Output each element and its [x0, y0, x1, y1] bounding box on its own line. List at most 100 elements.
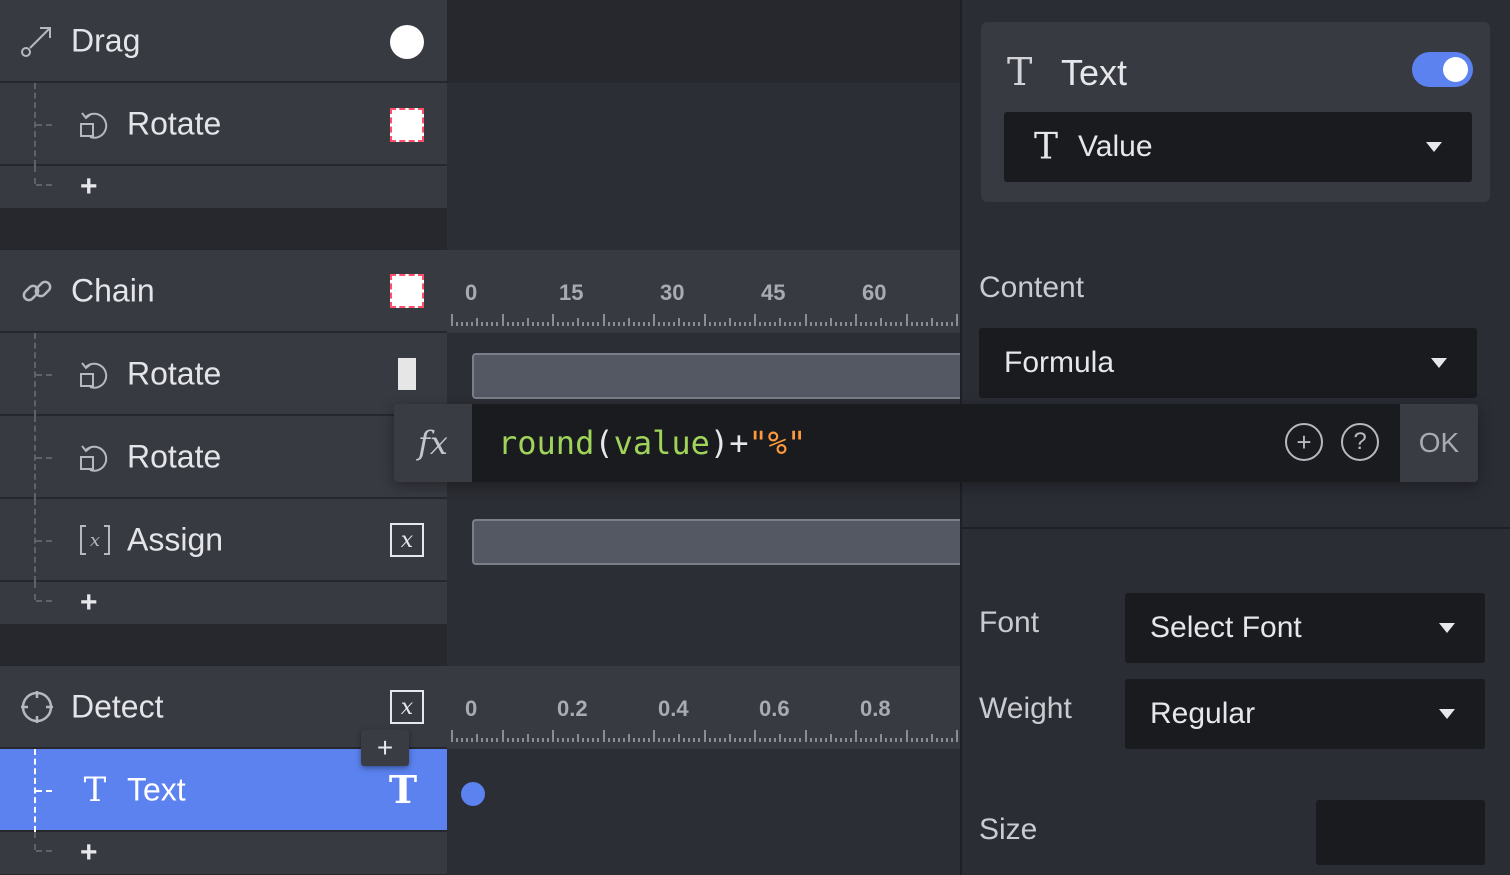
ruler-tick: [839, 738, 842, 742]
ruler-tick: [451, 314, 453, 326]
ruler-tick: [683, 738, 686, 742]
layer-state-indicator[interactable]: [390, 108, 424, 142]
layer-state-indicator[interactable]: [390, 274, 424, 308]
weight-dropdown[interactable]: Regular: [1125, 679, 1485, 749]
layer-row-chain-rotate[interactable]: Rotate: [0, 416, 447, 499]
ruler-tick: [930, 734, 933, 742]
add-button[interactable]: +: [361, 730, 409, 766]
ruler-tick: [552, 314, 554, 326]
add-icon[interactable]: +: [80, 170, 98, 204]
ruler-tick: [839, 322, 842, 326]
ruler-tick: [627, 734, 630, 742]
help-icon[interactable]: ?: [1341, 423, 1379, 461]
layer-row-assign[interactable]: x Assign x: [0, 499, 447, 582]
ruler-tick: [557, 322, 560, 326]
ruler-tick: [567, 738, 570, 742]
ruler-tick: [935, 322, 938, 326]
layer-row-drag-rotate[interactable]: Rotate: [0, 83, 447, 166]
layer-row-chain[interactable]: Chain: [0, 250, 447, 333]
text-icon[interactable]: T: [386, 767, 420, 812]
ruler-tick: [577, 734, 580, 742]
ruler-tick: [642, 738, 645, 742]
font-dropdown[interactable]: Select Font: [1125, 593, 1485, 663]
ruler-tick: [592, 322, 595, 326]
add-icon[interactable]: +: [80, 836, 98, 870]
ruler-tick: [865, 322, 868, 326]
ruler-tick: [567, 322, 570, 326]
ruler-tick: [506, 738, 509, 742]
size-input[interactable]: [1316, 800, 1485, 865]
timeline-ruler-detect[interactable]: 0 0.2 0.4 0.6 0.8: [447, 666, 960, 749]
value-dropdown[interactable]: T Value: [1004, 112, 1472, 182]
add-layer-row[interactable]: +: [0, 832, 447, 875]
ruler-tick: [895, 738, 898, 742]
layer-state-indicator[interactable]: [390, 25, 424, 59]
variable-icon[interactable]: x: [390, 523, 424, 557]
ruler-tick: [910, 322, 913, 326]
ruler-label: 0.4: [658, 696, 689, 721]
ruler-tick: [754, 314, 756, 326]
tree-line: [36, 457, 52, 459]
formula-code: round(value)+"%": [498, 424, 807, 462]
add-layer-row[interactable]: +: [0, 582, 447, 626]
text-icon: T: [1007, 50, 1033, 94]
ruler-tick: [451, 730, 453, 742]
ruler-tick: [622, 322, 625, 326]
ok-button[interactable]: OK: [1400, 404, 1478, 482]
ruler-tick: [880, 318, 883, 326]
add-circle-icon[interactable]: +: [1285, 423, 1323, 461]
layer-label: Detect: [71, 688, 164, 724]
ruler-tick: [546, 322, 549, 326]
tree-line: [36, 790, 52, 792]
formula-input[interactable]: round(value)+"%" + ?: [472, 404, 1400, 482]
add-layer-row[interactable]: +: [0, 166, 447, 210]
tree-line: [36, 850, 52, 852]
add-icon[interactable]: +: [80, 586, 98, 620]
layer-label: Rotate: [127, 438, 222, 474]
content-dropdown[interactable]: Formula: [979, 328, 1477, 398]
ruler-tick: [880, 734, 883, 742]
variable-icon[interactable]: x: [390, 690, 424, 724]
ruler-tick: [476, 734, 479, 742]
timeline-clip[interactable]: [472, 353, 960, 399]
timeline-clip[interactable]: [472, 519, 960, 565]
function-icon: fx: [418, 424, 448, 462]
dropdown-value: Select Font: [1150, 611, 1302, 644]
layer-state-indicator[interactable]: [398, 358, 416, 390]
ruler-tick: [738, 738, 741, 742]
ruler-tick: [592, 738, 595, 742]
ruler-tick: [617, 738, 620, 742]
ruler-tick: [905, 314, 908, 326]
tree-line: [36, 184, 52, 186]
ruler-tick: [526, 734, 529, 742]
rotate-icon: [78, 440, 112, 474]
ruler-tick: [461, 738, 464, 742]
ruler-tick: [814, 738, 817, 742]
code-operator: +: [729, 424, 749, 462]
enable-toggle[interactable]: [1412, 52, 1473, 87]
ruler-label: 45: [761, 280, 786, 305]
layer-label: Rotate: [127, 355, 222, 391]
ruler-tick: [723, 322, 726, 326]
tree-line: [36, 374, 52, 376]
ruler-tick: [920, 738, 923, 742]
ruler-tick: [456, 322, 459, 326]
ruler-tick: [466, 322, 469, 326]
layer-row-chain-rotate[interactable]: Rotate: [0, 333, 447, 416]
timeline-ruler-chain[interactable]: 0 15 30 45 60: [447, 250, 960, 333]
ruler-tick: [496, 322, 499, 326]
keyframe-dot[interactable]: [461, 782, 485, 806]
ruler-tick: [622, 738, 625, 742]
layer-row-drag[interactable]: Drag: [0, 0, 447, 83]
ruler-tick: [764, 738, 767, 742]
ruler-tick: [602, 730, 605, 742]
ruler-tick: [582, 322, 585, 326]
ruler-tick: [678, 318, 681, 326]
ruler-tick: [915, 322, 918, 326]
code-argument: value: [613, 424, 710, 462]
ruler-tick: [521, 738, 524, 742]
ruler-tick: [809, 738, 812, 742]
dropdown-value: Regular: [1150, 697, 1256, 730]
ruler-tick: [466, 738, 469, 742]
ruler-tick: [890, 738, 893, 742]
